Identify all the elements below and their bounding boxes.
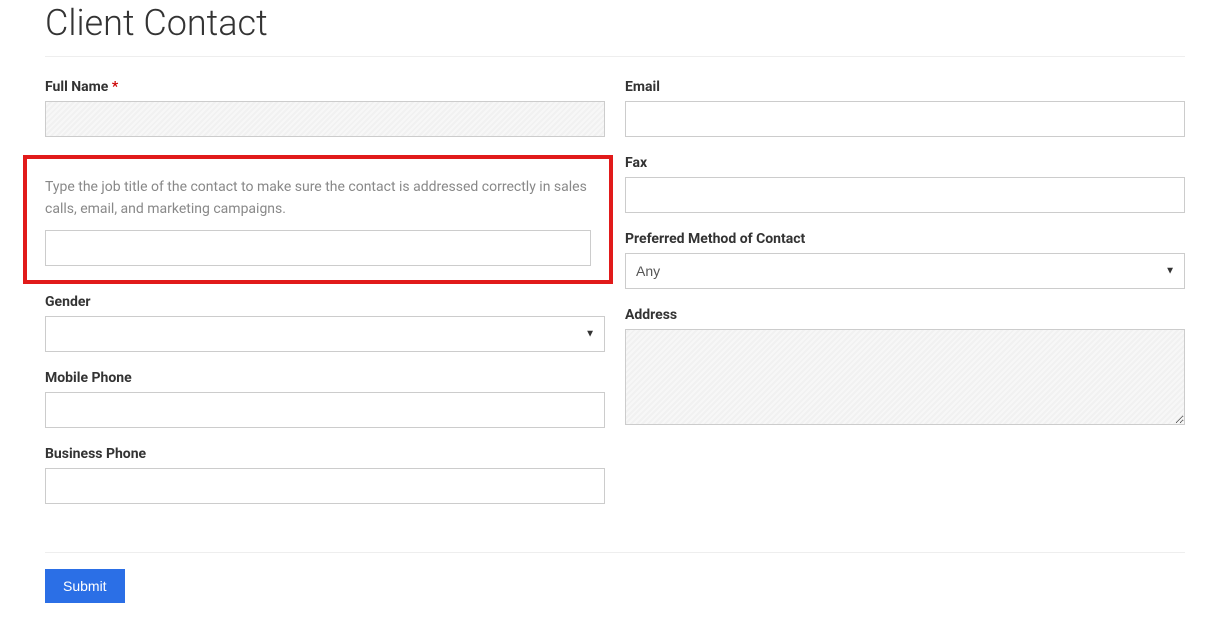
divider-top <box>45 56 1185 57</box>
mobile-phone-label: Mobile Phone <box>45 370 605 386</box>
business-phone-label: Business Phone <box>45 446 605 462</box>
form-columns: Full Name * Type the job title of the co… <box>45 79 1185 522</box>
mobile-phone-input[interactable] <box>45 392 605 428</box>
job-title-highlight: Type the job title of the contact to mak… <box>23 155 613 284</box>
gender-select[interactable] <box>45 316 605 352</box>
fax-input[interactable] <box>625 177 1185 213</box>
fax-label: Fax <box>625 155 1185 171</box>
business-phone-input[interactable] <box>45 468 605 504</box>
left-column: Full Name * Type the job title of the co… <box>45 79 605 522</box>
full-name-label-text: Full Name <box>45 79 108 95</box>
address-label: Address <box>625 307 1185 323</box>
job-title-description: Type the job title of the contact to mak… <box>45 177 591 220</box>
gender-group: Gender ▼ <box>45 294 605 352</box>
preferred-contact-group: Preferred Method of Contact Any ▼ <box>625 231 1185 289</box>
email-label: Email <box>625 79 1185 95</box>
preferred-contact-select[interactable]: Any <box>625 253 1185 289</box>
required-mark: * <box>112 79 118 95</box>
job-title-input[interactable] <box>45 230 591 266</box>
page-title: Client Contact <box>45 2 1185 44</box>
address-textarea[interactable] <box>625 329 1185 425</box>
gender-select-wrap: ▼ <box>45 316 605 352</box>
right-column: Email Fax Preferred Method of Contact An… <box>625 79 1185 522</box>
full-name-group: Full Name * <box>45 79 605 137</box>
address-group: Address <box>625 307 1185 429</box>
email-input[interactable] <box>625 101 1185 137</box>
preferred-contact-label: Preferred Method of Contact <box>625 231 1185 247</box>
business-phone-group: Business Phone <box>45 446 605 504</box>
fax-group: Fax <box>625 155 1185 213</box>
full-name-label: Full Name * <box>45 79 605 95</box>
gender-label: Gender <box>45 294 605 310</box>
divider-bottom <box>45 552 1185 553</box>
mobile-phone-group: Mobile Phone <box>45 370 605 428</box>
submit-button[interactable]: Submit <box>45 569 125 603</box>
full-name-input[interactable] <box>45 101 605 137</box>
preferred-contact-select-wrap: Any ▼ <box>625 253 1185 289</box>
email-group: Email <box>625 79 1185 137</box>
